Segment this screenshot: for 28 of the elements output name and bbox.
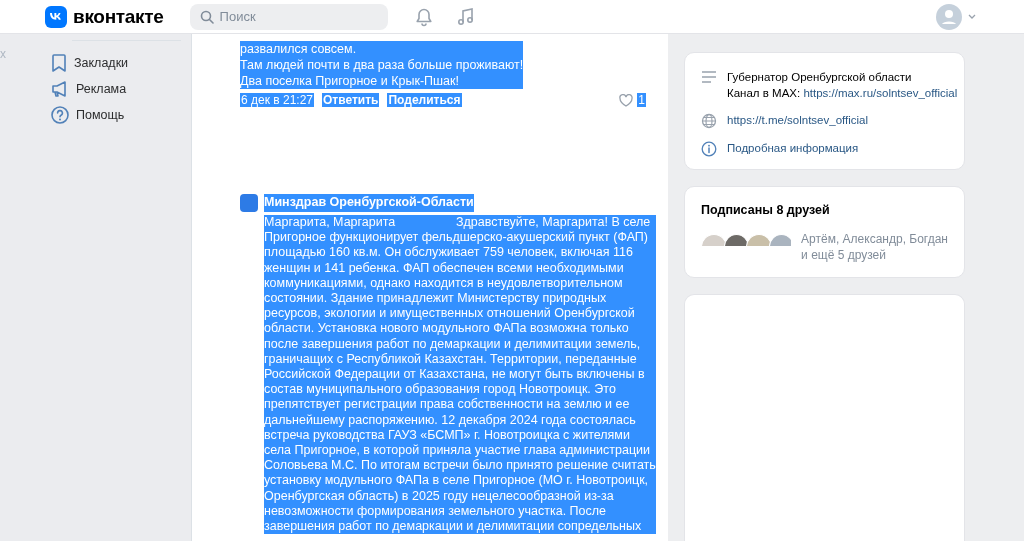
like-count: 1	[637, 93, 646, 107]
sidebar-item[interactable]: Реклама	[48, 76, 191, 102]
more-friends-text[interactable]: и ещё 5 друзей	[801, 247, 948, 263]
search-field[interactable]: Поиск	[189, 3, 388, 30]
bell-icon[interactable]	[413, 6, 434, 27]
website-link[interactable]: https://t.me/solntsev_official	[727, 112, 869, 128]
search-icon	[199, 9, 214, 24]
sidebar-item[interactable]: Закладки	[48, 50, 191, 76]
friends-title: Подписаны 8 друзей	[701, 203, 831, 217]
text-lines-icon	[701, 70, 717, 84]
caret-icon	[968, 14, 976, 19]
globe-icon	[701, 113, 717, 129]
vk-logo-icon	[45, 5, 67, 28]
avatar-placeholder[interactable]	[240, 194, 258, 212]
description-text: Губернатор Оренбургской области	[727, 70, 913, 85]
heart-icon[interactable]	[619, 93, 634, 107]
music-note-icon[interactable]	[455, 6, 476, 27]
logo-text[interactable]: вконтакте	[73, 5, 164, 28]
bookmark-icon	[50, 53, 68, 73]
friend-names[interactable]: Артём, Александр, Богдан	[801, 231, 948, 247]
info-icon	[701, 141, 717, 157]
channel-link[interactable]: https://max.ru/solntsev_official	[803, 87, 958, 99]
help-icon	[50, 105, 70, 125]
details-link[interactable]: Подробная информация	[727, 140, 859, 156]
sidebar-item[interactable]: Помощь	[48, 102, 191, 128]
comment-text: развалился совсем. Там людей почти в два раза больше проживают! Два поселка Пригорное и Крык-Пшак!	[240, 41, 524, 89]
avatar-icon[interactable]	[936, 3, 962, 30]
channel-text: Канал в MAX: https://max.ru/solntsev_official	[727, 86, 958, 101]
